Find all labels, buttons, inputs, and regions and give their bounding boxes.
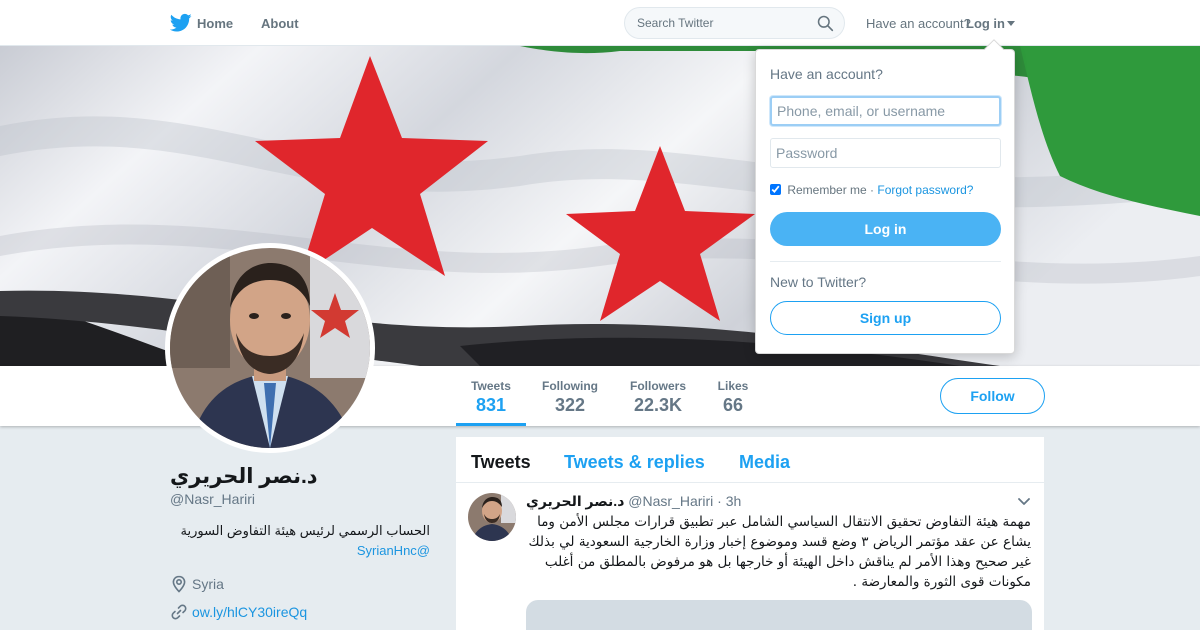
tweet-avatar[interactable] <box>468 493 516 541</box>
tweet-author-name[interactable]: د.نصر الحريري <box>526 493 624 509</box>
profile-handle[interactable]: @Nasr_Hariri <box>170 491 255 507</box>
password-field[interactable] <box>770 138 1001 168</box>
tweet-text: مهمة هيئة التفاوض تحقيق الانتقال السياسي… <box>528 514 1031 590</box>
remember-me-label[interactable]: Remember me <box>787 183 866 197</box>
stat-following[interactable]: Following 322 <box>537 366 603 426</box>
stat-value: 66 <box>722 395 744 415</box>
stat-tweets[interactable]: Tweets 831 <box>456 366 526 426</box>
profile-avatar[interactable] <box>165 243 375 453</box>
login-dropdown: Have an account? Remember me · Forgot pa… <box>755 39 1015 354</box>
search-box <box>624 7 845 39</box>
profile-bio: الحساب الرسمي لرئيس هيئة التفاوض السورية… <box>170 521 430 561</box>
stat-label: Following <box>542 379 598 393</box>
username-field[interactable] <box>770 96 1001 126</box>
timeline: Tweets Tweets & replies Media د.نصر الحر… <box>456 437 1044 630</box>
profile-name[interactable]: د.نصر الحريري <box>170 464 318 489</box>
tab-tweets-and-replies[interactable]: Tweets & replies <box>564 452 705 473</box>
profile-bio-mention[interactable]: @SyrianHnc <box>357 543 430 558</box>
tab-tweets[interactable]: Tweets <box>471 452 531 473</box>
tweet-avatar-portrait <box>468 493 516 541</box>
login-dropdown-toggle[interactable]: Log in <box>966 16 1005 31</box>
top-navigation: Home About Have an account? Log in <box>0 0 1200 46</box>
tweet-author-handle[interactable]: @Nasr_Hariri <box>628 493 713 509</box>
have-account-text: Have an account? <box>866 16 971 31</box>
profile-website-link[interactable]: ow.ly/hlCY30ireQq <box>192 604 307 620</box>
remember-me-row: Remember me · Forgot password? <box>770 183 973 197</box>
tweet-timestamp[interactable]: 3h <box>726 493 742 509</box>
timeline-tabs: Tweets Tweets & replies Media <box>456 437 1044 483</box>
tweet-media-preview[interactable] <box>526 600 1032 630</box>
stat-followers[interactable]: Followers 22.3K <box>624 366 692 426</box>
search-input[interactable] <box>625 8 815 38</box>
remember-separator: · <box>870 183 875 197</box>
twitter-bird-icon[interactable] <box>170 13 192 33</box>
search-icon[interactable] <box>817 15 834 32</box>
tweet-header: د.نصر الحريري @Nasr_Hariri · 3h <box>526 493 996 510</box>
login-button[interactable]: Log in <box>770 212 1001 246</box>
stat-label: Tweets <box>471 379 511 393</box>
new-to-twitter-text: New to Twitter? <box>770 274 867 290</box>
stat-likes[interactable]: Likes 66 <box>712 366 754 426</box>
stat-value: 831 <box>475 395 507 415</box>
login-dropdown-title: Have an account? <box>770 66 883 82</box>
forgot-password-link[interactable]: Forgot password? <box>877 183 973 197</box>
signup-button[interactable]: Sign up <box>770 301 1001 335</box>
chevron-down-icon[interactable] <box>1018 498 1030 506</box>
profile-bio-text: الحساب الرسمي لرئيس هيئة التفاوض السورية <box>180 523 430 538</box>
tab-media[interactable]: Media <box>739 452 790 473</box>
tweet-separator: · <box>717 493 722 509</box>
remember-me-checkbox[interactable] <box>770 184 781 195</box>
stat-value: 22.3K <box>633 395 683 415</box>
nav-about-link[interactable]: About <box>261 16 299 31</box>
nav-home-link[interactable]: Home <box>197 16 233 31</box>
stat-label: Likes <box>717 379 749 393</box>
follow-button[interactable]: Follow <box>940 378 1045 414</box>
chevron-down-icon[interactable] <box>1007 21 1015 26</box>
location-pin-icon <box>172 575 186 593</box>
profile-location: Syria <box>192 576 224 592</box>
stat-value: 322 <box>554 395 586 415</box>
dropdown-divider <box>770 261 1001 262</box>
link-icon <box>171 604 187 620</box>
stat-label: Followers <box>629 379 686 393</box>
avatar-portrait <box>170 248 370 448</box>
